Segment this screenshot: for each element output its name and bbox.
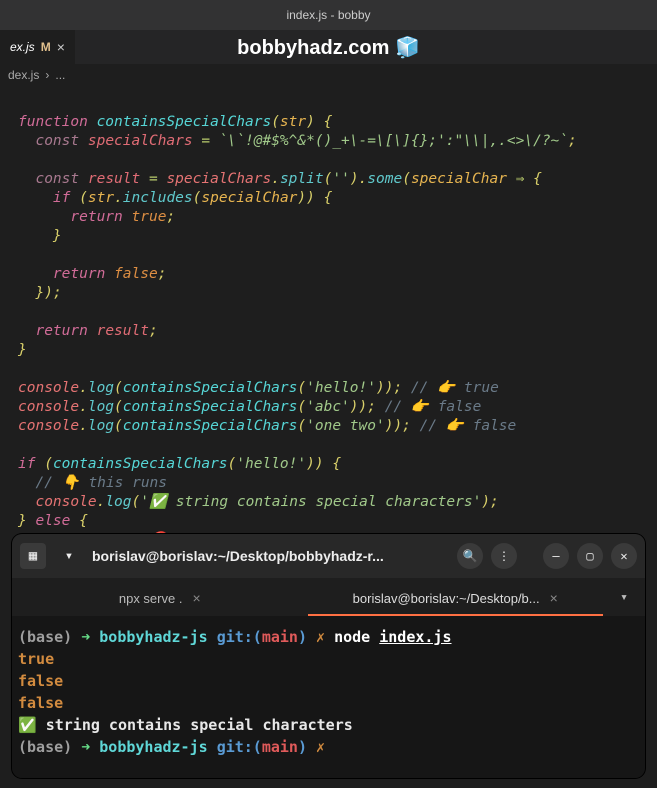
terminal-tab-label: npx serve . <box>119 591 183 606</box>
terminal-title: borislav@borislav:~/Desktop/bobbyhadz-r.… <box>92 548 447 564</box>
tab-close-icon[interactable]: × <box>57 39 65 55</box>
terminal-close-button[interactable]: ✕ <box>611 543 637 569</box>
terminal-window: ▦ ▾ borislav@borislav:~/Desktop/bobbyhad… <box>12 534 645 778</box>
breadcrumb-rest: ... <box>55 68 65 82</box>
breadcrumb-file: dex.js <box>8 68 39 82</box>
window-titlebar: index.js - bobby <box>0 0 657 30</box>
terminal-dropdown-button[interactable]: ▾ <box>56 543 82 569</box>
str-regex: `\`!@#$%^&*()_+\-=\[\]{};':"\\|,.<>\/?~` <box>219 133 568 149</box>
breadcrumb-separator: › <box>45 68 49 82</box>
terminal-tab-close-icon[interactable]: × <box>550 590 558 606</box>
terminal-tab-close-icon[interactable]: × <box>192 590 200 606</box>
terminal-tab-serve[interactable]: npx serve . × <box>12 578 308 616</box>
close-icon: ✕ <box>620 549 627 563</box>
terminal-minimize-button[interactable]: – <box>543 543 569 569</box>
tab-filename: ex.js <box>10 40 35 54</box>
terminal-line: false <box>18 670 639 692</box>
new-tab-icon: ▦ <box>29 548 37 564</box>
terminal-tabs: npx serve . × borislav@borislav:~/Deskto… <box>12 578 645 616</box>
terminal-line: (base) ➜ bobbyhadz-js git:(main) ✗ <box>18 736 639 758</box>
search-icon: 🔍 <box>463 549 478 563</box>
terminal-line: (base) ➜ bobbyhadz-js git:(main) ✗ node … <box>18 626 639 648</box>
tab-modified-indicator: M <box>41 40 51 54</box>
kw-const: const <box>35 133 79 149</box>
terminal-maximize-button[interactable]: ▢ <box>577 543 603 569</box>
terminal-line: false <box>18 692 639 714</box>
window-title: index.js - bobby <box>286 8 370 22</box>
comment-thisruns: // 👇️ this runs <box>35 475 167 491</box>
chevron-down-icon: ▾ <box>65 548 73 564</box>
terminal-line: true <box>18 648 639 670</box>
editor-tab-bar: ex.js M × <box>0 30 657 64</box>
var-result: result <box>88 171 140 187</box>
comment-true: // 👉️ true <box>411 380 499 396</box>
kw-function: function <box>18 114 88 130</box>
chevron-down-icon: ▾ <box>620 590 628 605</box>
terminal-line: ✅ string contains special characters <box>18 714 639 736</box>
terminal-tab-shell[interactable]: borislav@borislav:~/Desktop/b... × <box>308 578 604 616</box>
terminal-search-button[interactable]: 🔍 <box>457 543 483 569</box>
var-specialchars: specialChars <box>88 133 193 149</box>
terminal-menu-button[interactable]: ⋮ <box>491 543 517 569</box>
maximize-icon: ▢ <box>586 549 593 563</box>
terminal-titlebar: ▦ ▾ borislav@borislav:~/Desktop/bobbyhad… <box>12 534 645 578</box>
terminal-new-tab-button[interactable]: ▦ <box>20 543 46 569</box>
terminal-tab-label: borislav@borislav:~/Desktop/b... <box>353 591 540 606</box>
editor-tab-indexjs[interactable]: ex.js M × <box>0 30 75 64</box>
terminal-output[interactable]: (base) ➜ bobbyhadz-js git:(main) ✗ node … <box>12 616 645 778</box>
param-str: str <box>280 114 306 130</box>
minimize-icon: – <box>552 549 559 563</box>
code-editor[interactable]: function containsSpecialChars(str) { con… <box>0 86 657 569</box>
terminal-add-tab-button[interactable]: ▾ <box>603 578 645 616</box>
breadcrumb[interactable]: dex.js › ... <box>0 64 657 86</box>
comment-false: // 👉️ false <box>385 399 482 415</box>
func-name: containsSpecialChars <box>97 114 272 130</box>
menu-icon: ⋮ <box>498 549 510 563</box>
